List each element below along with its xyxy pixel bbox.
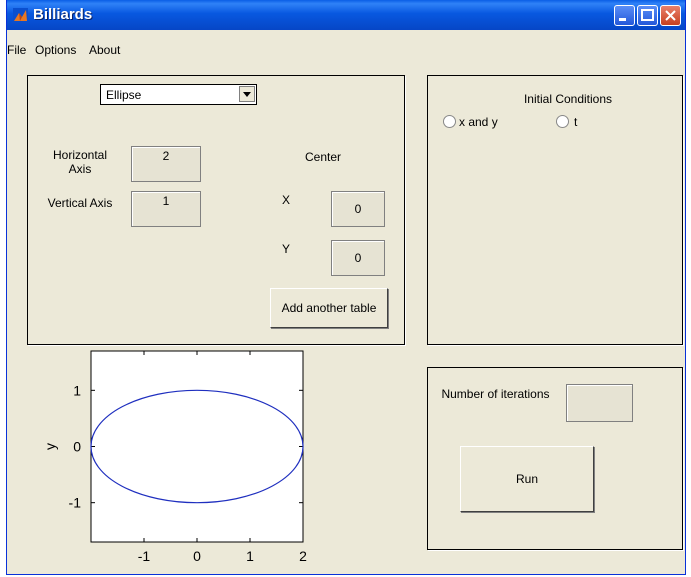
maximize-icon: [641, 9, 654, 21]
radio-x-and-y[interactable]: [443, 115, 456, 128]
y-axis-label: y: [42, 443, 58, 450]
minimize-icon: [619, 18, 626, 21]
close-icon: [665, 10, 676, 21]
plot-area: [90, 350, 304, 543]
initial-conditions-panel: Initial Conditions x and y t: [427, 75, 683, 345]
maximize-button[interactable]: [637, 5, 658, 26]
radio-t[interactable]: [556, 115, 569, 128]
initial-conditions-title: Initial Conditions: [523, 92, 613, 106]
close-button[interactable]: [660, 5, 681, 26]
radio-t-label: t: [574, 115, 578, 129]
x-tick-label: -1: [138, 548, 151, 564]
y-tick-label: 0: [73, 439, 81, 455]
x-tick-label: 1: [246, 548, 254, 564]
iterations-label: Number of iterations: [441, 387, 550, 401]
radio-x-and-y-label: x and y: [459, 115, 498, 129]
plot-axes: -1 0 1 2 -1 0 1 y: [42, 350, 307, 564]
y-tick-label: 1: [73, 382, 81, 398]
center-y-field[interactable]: 0: [331, 240, 385, 276]
app-window: Billiards File Options About Ellipse Hor…: [6, 0, 686, 575]
minimize-button[interactable]: [614, 5, 635, 26]
center-x-field[interactable]: 0: [331, 191, 385, 227]
x-tick-label: 0: [193, 548, 201, 564]
y-tick-label: -1: [69, 495, 82, 511]
x-tick-label: 2: [299, 548, 307, 564]
run-button[interactable]: Run: [460, 446, 594, 512]
run-panel: Number of iterations Run: [427, 367, 683, 550]
iterations-field[interactable]: [566, 384, 633, 422]
